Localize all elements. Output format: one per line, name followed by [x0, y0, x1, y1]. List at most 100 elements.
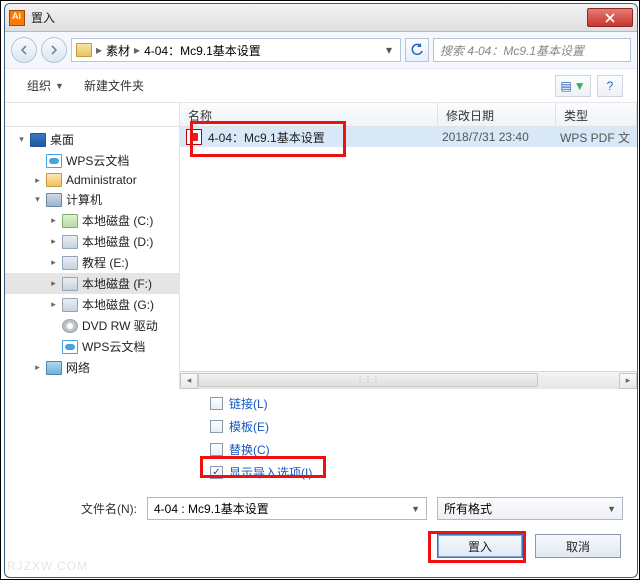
file-name: 4-04：Mc9.1基本设置: [208, 129, 442, 146]
option-replace[interactable]: 替换(C): [210, 441, 637, 458]
checkbox-icon[interactable]: [210, 397, 223, 410]
tree-item-admin[interactable]: ▸Administrator: [5, 171, 179, 189]
title-bar: 置入: [5, 4, 637, 32]
cancel-button[interactable]: 取消: [535, 534, 621, 558]
chevron-right-icon: ▸: [132, 43, 142, 57]
chevron-down-icon[interactable]: ▼: [607, 504, 616, 514]
breadcrumb-path[interactable]: ▸ 素材 ▸ 4-04：Mc9.1基本设置 ▾: [71, 38, 401, 62]
import-options: 链接(L) 模板(E) 替换(C) 显示导入选项(I): [5, 389, 637, 487]
body: ▾桌面 WPS云文档 ▸Administrator ▾计算机 ▸本地磁盘 (C:…: [5, 103, 637, 389]
nav-row: ▸ 素材 ▸ 4-04：Mc9.1基本设置 ▾ 搜索 4-04：Mc9.1基本设…: [5, 32, 637, 69]
file-list[interactable]: 4-04：Mc9.1基本设置 2018/7/31 23:40 WPS PDF 文: [180, 127, 637, 371]
option-template[interactable]: 模板(E): [210, 418, 637, 435]
refresh-icon: [410, 43, 424, 57]
dialog-window: 置入 ▸ 素材 ▸ 4-04：Mc9.1基本设置 ▾ 搜索 4-04：Mc9.1…: [4, 3, 638, 578]
close-icon: [605, 13, 615, 23]
computer-icon: [46, 193, 62, 207]
watermark: RJZXW.COM: [7, 559, 88, 573]
network-icon: [46, 361, 62, 375]
tree-item-desktop[interactable]: ▾桌面: [5, 129, 179, 150]
expand-icon[interactable]: ▸: [49, 237, 58, 246]
filename-input[interactable]: 4-04 : Mc9.1基本设置▼: [147, 497, 427, 520]
checkbox-icon[interactable]: [210, 443, 223, 456]
expand-icon[interactable]: ▸: [33, 363, 42, 372]
drive-icon: [62, 256, 78, 270]
chevron-down-icon[interactable]: ▼: [411, 504, 420, 514]
expand-icon[interactable]: ▸: [49, 279, 58, 288]
close-button[interactable]: [587, 8, 633, 27]
chevron-right-icon: ▸: [94, 43, 104, 57]
view-icon: ▤: [560, 79, 571, 93]
collapse-icon[interactable]: ▾: [17, 135, 26, 144]
tree-item-wps-cloud[interactable]: WPS云文档: [5, 150, 179, 171]
tree-item-drive-g[interactable]: ▸本地磁盘 (G:): [5, 294, 179, 315]
checkbox-icon[interactable]: [210, 420, 223, 433]
refresh-button[interactable]: [405, 38, 429, 62]
cloud-icon: [46, 154, 62, 168]
search-placeholder: 搜索 4-04：Mc9.1基本设置: [440, 42, 584, 59]
file-type: WPS PDF 文: [560, 129, 637, 146]
dialog-buttons: 置入 取消: [5, 520, 637, 558]
tree-item-drive-f[interactable]: ▸本地磁盘 (F:): [5, 273, 179, 294]
folder-tree[interactable]: ▾桌面 WPS云文档 ▸Administrator ▾计算机 ▸本地磁盘 (C:…: [5, 103, 180, 389]
scroll-left-button[interactable]: ◂: [180, 373, 198, 389]
tree-item-drive-c[interactable]: ▸本地磁盘 (C:): [5, 210, 179, 231]
tree-item-wps-cloud-2[interactable]: WPS云文档: [5, 336, 179, 357]
breadcrumb-seg-1[interactable]: 素材: [106, 42, 130, 59]
user-folder-icon: [46, 173, 62, 187]
expand-icon[interactable]: ▸: [49, 258, 58, 267]
horizontal-scrollbar[interactable]: ◂ ⋮⋮⋮ ▸: [180, 371, 637, 389]
path-dropdown-icon[interactable]: ▾: [382, 43, 396, 57]
tree-item-dvd[interactable]: DVD RW 驱动: [5, 315, 179, 336]
file-list-area: 名称 修改日期 类型 4-04：Mc9.1基本设置 2018/7/31 23:4…: [180, 103, 637, 389]
tree-item-drive-e[interactable]: ▸教程 (E:): [5, 252, 179, 273]
app-icon: [9, 10, 25, 26]
scroll-thumb[interactable]: ⋮⋮⋮: [198, 373, 538, 387]
desktop-icon: [30, 133, 46, 147]
cloud-icon: [62, 340, 78, 354]
place-button[interactable]: 置入: [437, 534, 523, 558]
tree-item-drive-d[interactable]: ▸本地磁盘 (D:): [5, 231, 179, 252]
new-folder-button[interactable]: 新建文件夹: [76, 73, 152, 98]
format-select[interactable]: 所有格式▼: [437, 497, 623, 520]
window-title: 置入: [31, 9, 587, 26]
arrow-left-icon: [18, 44, 30, 56]
scroll-track[interactable]: ⋮⋮⋮: [198, 373, 619, 389]
pdf-file-icon: [186, 129, 202, 145]
organize-menu[interactable]: 组织▼: [19, 73, 72, 98]
drive-icon: [62, 298, 78, 312]
checkbox-checked-icon[interactable]: [210, 466, 223, 479]
toolbar: 组织▼ 新建文件夹 ▤▼ ?: [5, 69, 637, 103]
help-icon: ?: [607, 79, 614, 93]
drive-icon: [62, 235, 78, 249]
breadcrumb-seg-2[interactable]: 4-04：Mc9.1基本设置: [144, 42, 261, 59]
file-row[interactable]: 4-04：Mc9.1基本设置 2018/7/31 23:40 WPS PDF 文: [180, 127, 637, 147]
tree-item-computer[interactable]: ▾计算机: [5, 189, 179, 210]
back-button[interactable]: [11, 37, 37, 63]
list-header: 名称 修改日期 类型: [180, 103, 637, 127]
option-show-import[interactable]: 显示导入选项(I): [210, 464, 637, 481]
col-header-type[interactable]: 类型: [556, 103, 637, 126]
file-date: 2018/7/31 23:40: [442, 130, 560, 144]
arrow-right-icon: [48, 44, 60, 56]
tree-item-network[interactable]: ▸网络: [5, 357, 179, 378]
chevron-down-icon: ▼: [55, 81, 64, 91]
drive-icon: [62, 277, 78, 291]
col-header-date[interactable]: 修改日期: [438, 103, 556, 126]
folder-icon: [76, 43, 92, 57]
forward-button[interactable]: [41, 37, 67, 63]
filename-label: 文件名(N):: [19, 500, 137, 517]
scroll-right-button[interactable]: ▸: [619, 373, 637, 389]
view-options-button[interactable]: ▤▼: [555, 75, 591, 97]
help-button[interactable]: ?: [597, 75, 623, 97]
filename-row: 文件名(N): 4-04 : Mc9.1基本设置▼ 所有格式▼: [5, 487, 637, 520]
search-input[interactable]: 搜索 4-04：Mc9.1基本设置: [433, 38, 631, 62]
expand-icon[interactable]: ▸: [49, 216, 58, 225]
option-link[interactable]: 链接(L): [210, 395, 637, 412]
col-header-name[interactable]: 名称: [180, 103, 438, 126]
expand-icon[interactable]: ▸: [33, 176, 42, 185]
collapse-icon[interactable]: ▾: [33, 195, 42, 204]
drive-icon: [62, 214, 78, 228]
dvd-icon: [62, 319, 78, 333]
expand-icon[interactable]: ▸: [49, 300, 58, 309]
